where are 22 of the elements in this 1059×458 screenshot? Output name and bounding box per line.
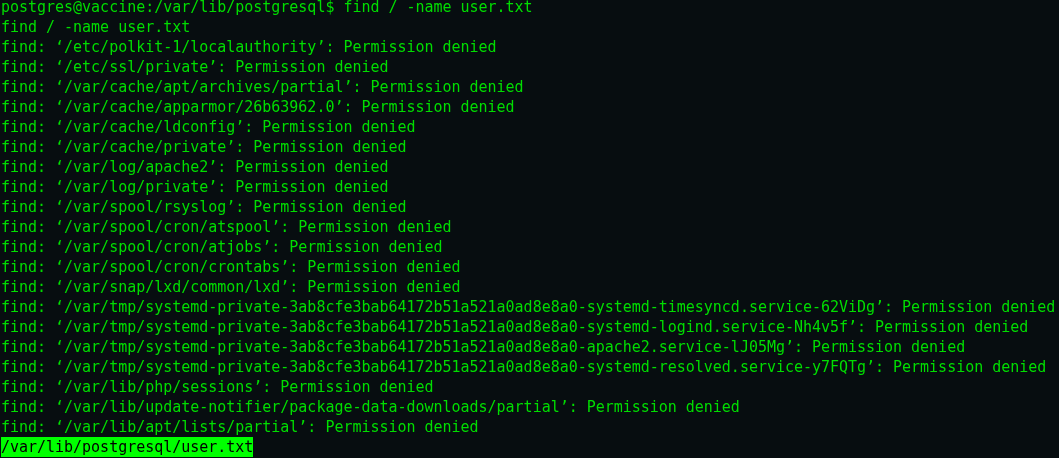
output-line: find: ‘/etc/ssl/private’: Permission denied bbox=[1, 58, 389, 76]
output-line: find: ‘/var/cache/apt/archives/partial’: Permission denied bbox=[1, 78, 524, 96]
output-line: find: ‘/var/log/apache2’: Permission denied bbox=[1, 158, 389, 176]
output-line: find: ‘/var/log/private’: Permission denied bbox=[1, 178, 389, 196]
output-line: find: ‘/var/snap/lxd/common/lxd’: Permission denied bbox=[1, 278, 461, 296]
output-line: find: ‘/var/tmp/systemd-private-3ab8cfe3bab64172b51a521a0ad8e8a0-apache2.service-lJ05Mg’: Permission denied bbox=[1, 338, 966, 356]
output-line: find: ‘/var/cache/apparmor/26b63962.0’: Permission denied bbox=[1, 98, 515, 116]
output-line: find / -name user.txt bbox=[1, 18, 191, 36]
prompt-line: postgres@vaccine:/var/lib/postgresql$ find / -name user.txt bbox=[1, 0, 533, 16]
output-line: find: ‘/etc/polkit-1/localauthority’: Permission denied bbox=[1, 38, 497, 56]
output-line: find: ‘/var/tmp/systemd-private-3ab8cfe3bab64172b51a521a0ad8e8a0-systemd-timesyncd.service-62ViDg’: Permission denied bbox=[1, 298, 1056, 316]
output-line: find: ‘/var/cache/private’: Permission denied bbox=[1, 138, 407, 156]
output-line: find: ‘/var/lib/apt/lists/partial’: Permission denied bbox=[1, 418, 479, 436]
output-line: find: ‘/var/lib/update-notifier/package-data-downloads/partial’: Permission denied bbox=[1, 398, 740, 416]
output-line: find: ‘/var/lib/php/sessions’: Permission denied bbox=[1, 378, 434, 396]
output-line: find: ‘/var/spool/cron/crontabs’: Permission denied bbox=[1, 258, 461, 276]
output-line: find: ‘/var/cache/ldconfig’: Permission denied bbox=[1, 118, 416, 136]
output-line: find: ‘/var/tmp/systemd-private-3ab8cfe3bab64172b51a521a0ad8e8a0-systemd-logind.service-Nh4v5f’: Permission denied bbox=[1, 318, 1029, 336]
output-line: find: ‘/var/spool/rsyslog’: Permission denied bbox=[1, 198, 407, 216]
output-line: find: ‘/var/tmp/systemd-private-3ab8cfe3bab64172b51a521a0ad8e8a0-systemd-resolved.service-y7FQTg’: Permission denied bbox=[1, 358, 1047, 376]
output-line: find: ‘/var/spool/cron/atspool’: Permission denied bbox=[1, 218, 452, 236]
output-line: find: ‘/var/spool/cron/atjobs’: Permission denied bbox=[1, 238, 443, 256]
